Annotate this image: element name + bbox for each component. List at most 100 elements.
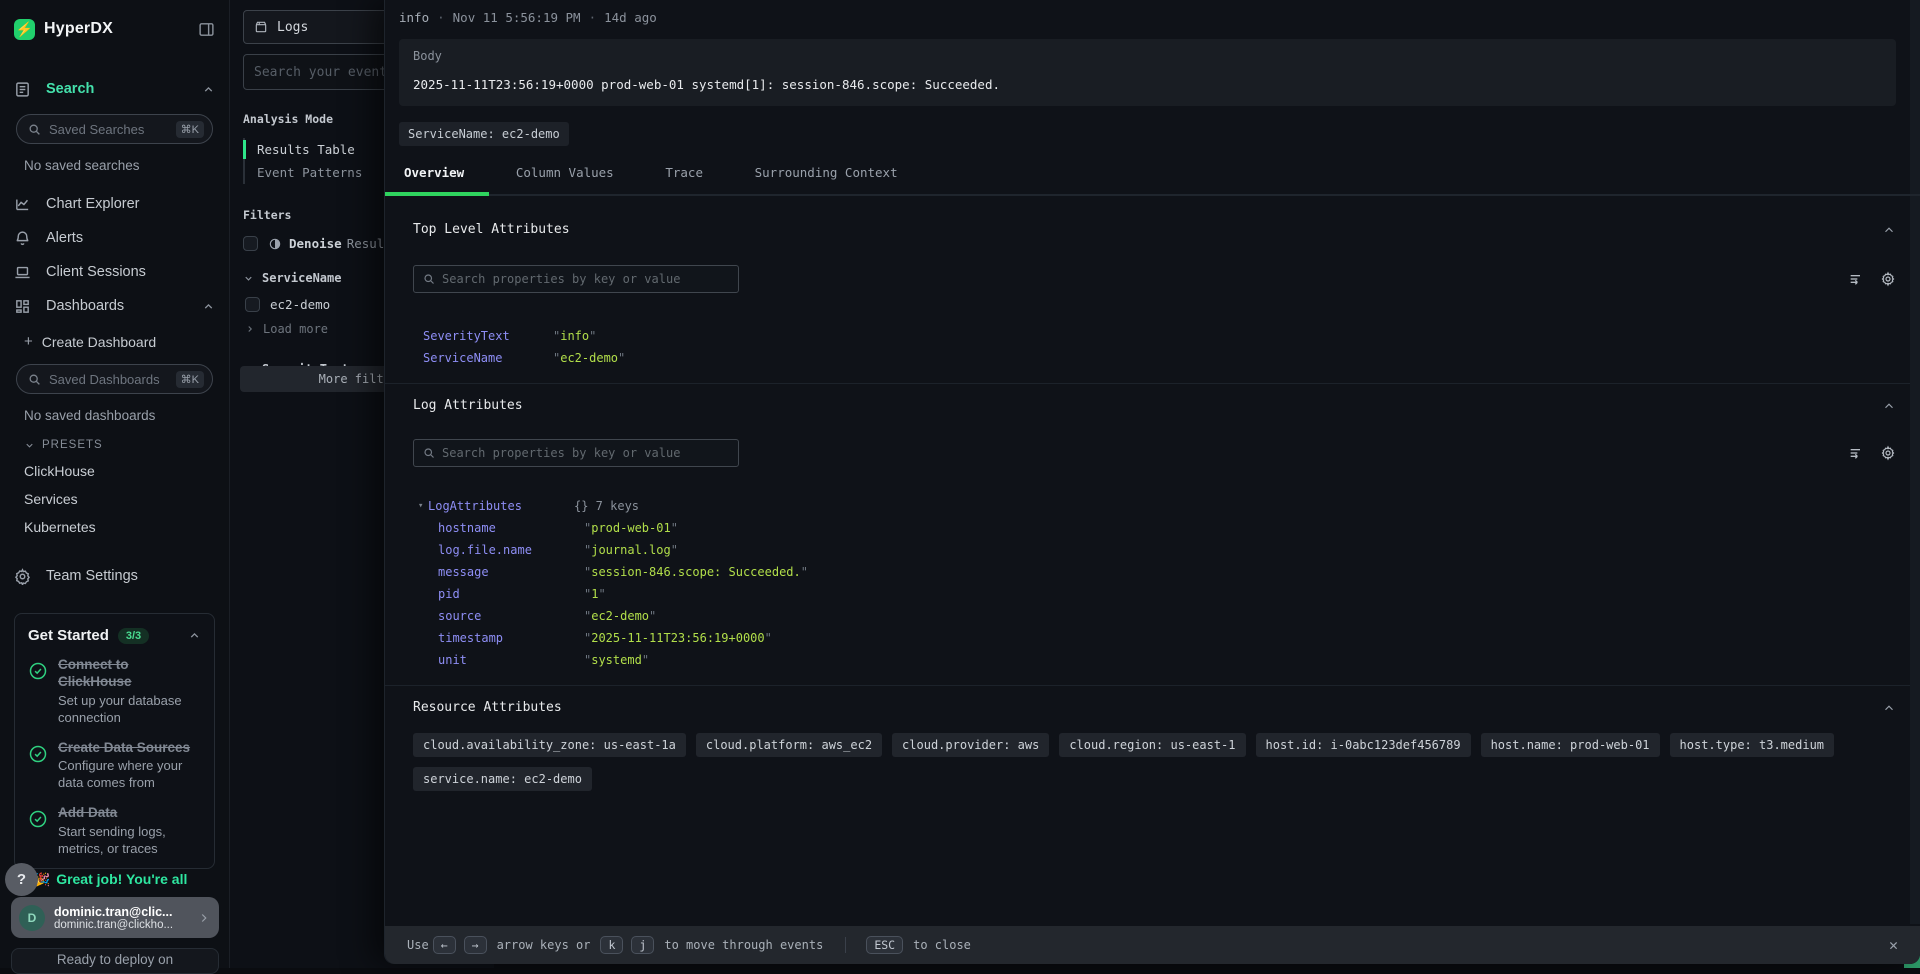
resource-attribute-pill[interactable]: cloud.platform: aws_ec2: [696, 733, 882, 757]
resource-attribute-pill[interactable]: host.name: prod-web-01: [1481, 733, 1660, 757]
attribute-key[interactable]: log.file.name: [438, 543, 584, 557]
attribute-key[interactable]: message: [438, 565, 584, 579]
sidebar-item-label: Client Sessions: [46, 264, 146, 280]
j-key: j: [631, 936, 654, 954]
sidebar-item-label: Team Settings: [46, 568, 138, 584]
saved-dashboards-input[interactable]: ⌘K: [16, 364, 213, 394]
service-name-tag[interactable]: ServiceName: ec2-demo: [399, 122, 569, 146]
gear-icon[interactable]: [1880, 445, 1896, 461]
attribute-value[interactable]: systemd: [584, 653, 649, 667]
close-icon[interactable]: ✕: [1889, 936, 1898, 954]
tab-column-values[interactable]: Column Values: [516, 165, 614, 180]
preset-item[interactable]: Services: [24, 491, 215, 507]
resource-attribute-pill[interactable]: cloud.provider: aws: [892, 733, 1049, 757]
event-detail-panel: info · Nov 11 5:56:19 PM · 14d ago Body …: [384, 0, 1920, 964]
sidebar-item-search[interactable]: Search: [14, 78, 215, 100]
attribute-key[interactable]: ServiceName: [423, 351, 553, 365]
attribute-key[interactable]: source: [438, 609, 584, 623]
section-divider: [385, 685, 1920, 686]
chevron-up-icon[interactable]: [202, 83, 215, 96]
attribute-row[interactable]: timestamp 2025-11-11T23:56:19+0000: [413, 627, 1896, 649]
presets-toggle[interactable]: PRESETS: [24, 439, 215, 451]
resource-attribute-pill[interactable]: service.name: ec2-demo: [413, 767, 592, 791]
property-search-field[interactable]: [442, 272, 729, 286]
attribute-value[interactable]: 2025-11-11T23:56:19+0000: [584, 631, 772, 645]
chevron-up-icon[interactable]: [1882, 399, 1896, 413]
property-search[interactable]: [413, 439, 739, 467]
get-started-step[interactable]: Add Data Start sending logs, metrics, or…: [28, 805, 201, 858]
deploy-banner[interactable]: Ready to deploy on: [11, 948, 219, 974]
attribute-key[interactable]: hostname: [438, 521, 584, 535]
sidebar-item-chart-explorer[interactable]: Chart Explorer: [14, 193, 215, 215]
filter-lines-icon[interactable]: [1848, 271, 1864, 287]
create-dashboard-button[interactable]: + Create Dashboard: [24, 333, 215, 350]
attribute-row[interactable]: source ec2-demo: [413, 605, 1896, 627]
tab-overview[interactable]: Overview: [404, 165, 464, 180]
property-search[interactable]: [413, 265, 739, 293]
filter-lines-icon[interactable]: [1848, 445, 1864, 461]
attribute-value[interactable]: ec2-demo: [584, 609, 656, 623]
attribute-row[interactable]: message session-846.scope: Succeeded.: [413, 561, 1896, 583]
tab-surrounding-context[interactable]: Surrounding Context: [755, 165, 898, 180]
checkbox[interactable]: [243, 236, 258, 251]
attribute-value[interactable]: 1: [584, 587, 606, 601]
section-top-level-attributes: Top Level Attributes: [413, 222, 1896, 237]
footer-divider: [845, 937, 846, 953]
resource-attribute-pill[interactable]: host.id: i-0abc123def456789: [1256, 733, 1471, 757]
search-icon: [28, 123, 41, 136]
user-email: dominic.tran@clickho...: [54, 919, 173, 931]
check-circle-icon: [28, 809, 48, 829]
chevron-up-icon[interactable]: [1882, 223, 1896, 237]
log-attributes-root[interactable]: ▾ LogAttributes {} 7 keys: [413, 495, 1896, 517]
help-button[interactable]: ?: [5, 863, 38, 896]
chevron-down-icon: [24, 440, 35, 451]
attribute-row[interactable]: hostname prod-web-01: [413, 517, 1896, 539]
preset-item[interactable]: Kubernetes: [24, 519, 215, 535]
tab-trace[interactable]: Trace: [665, 165, 703, 180]
attribute-row[interactable]: pid 1: [413, 583, 1896, 605]
attribute-value[interactable]: prod-web-01: [584, 521, 678, 535]
attribute-key[interactable]: timestamp: [438, 631, 584, 645]
attribute-value[interactable]: session-846.scope: Succeeded.: [584, 565, 808, 579]
resource-attribute-pill[interactable]: cloud.region: us-east-1: [1059, 733, 1245, 757]
chevron-up-icon[interactable]: [202, 300, 215, 313]
resource-attribute-pill[interactable]: host.type: t3.medium: [1670, 733, 1835, 757]
saved-searches-field[interactable]: [49, 122, 176, 137]
chevron-up-icon[interactable]: [188, 629, 201, 642]
sidebar-item-dashboards[interactable]: Dashboards: [14, 295, 215, 317]
resource-attribute-pill[interactable]: cloud.availability_zone: us-east-1a: [413, 733, 686, 757]
attribute-row[interactable]: unit systemd: [413, 649, 1896, 671]
sidebar-item-label: Chart Explorer: [46, 196, 139, 212]
sidebar-item-alerts[interactable]: Alerts: [14, 227, 215, 249]
saved-searches-input[interactable]: ⌘K: [16, 114, 213, 144]
preset-item[interactable]: ClickHouse: [24, 463, 215, 479]
get-started-step[interactable]: Create Data Sources Configure where your…: [28, 740, 201, 793]
attribute-row[interactable]: ServiceName ec2-demo: [413, 347, 1896, 369]
chevron-up-icon[interactable]: [1882, 701, 1896, 715]
scrollbar[interactable]: [1910, 0, 1920, 924]
event-timestamp: Nov 11 5:56:19 PM: [453, 10, 581, 25]
user-menu[interactable]: D dominic.tran@clic... dominic.tran@clic…: [11, 897, 219, 938]
saved-dashboards-field[interactable]: [49, 372, 176, 387]
collapse-sidebar-icon[interactable]: [198, 21, 215, 38]
chevron-right-icon: [197, 911, 211, 925]
sidebar-item-client-sessions[interactable]: Client Sessions: [14, 261, 215, 283]
attribute-value[interactable]: journal.log: [584, 543, 678, 557]
sidebar-item-team-settings[interactable]: Team Settings: [14, 565, 215, 587]
attribute-key[interactable]: SeverityText: [423, 329, 553, 343]
attribute-row[interactable]: log.file.name journal.log: [413, 539, 1896, 561]
active-tab-indicator: [385, 192, 489, 196]
property-search-field[interactable]: [442, 446, 729, 460]
check-circle-icon: [28, 744, 48, 764]
attribute-row[interactable]: SeverityText info: [413, 325, 1896, 347]
attribute-value[interactable]: info: [553, 329, 596, 343]
event-header: info · Nov 11 5:56:19 PM · 14d ago: [399, 10, 1920, 25]
attribute-value[interactable]: ec2-demo: [553, 351, 625, 365]
gear-icon[interactable]: [1880, 271, 1896, 287]
attribute-key[interactable]: unit: [438, 653, 584, 667]
presets-list: ClickHouse Services Kubernetes: [14, 463, 215, 535]
get-started-step[interactable]: Connect to ClickHouse Set up your databa…: [28, 657, 201, 727]
attribute-key[interactable]: pid: [438, 587, 584, 601]
triangle-down-icon[interactable]: ▾: [418, 501, 428, 511]
checkbox[interactable]: [245, 297, 260, 312]
